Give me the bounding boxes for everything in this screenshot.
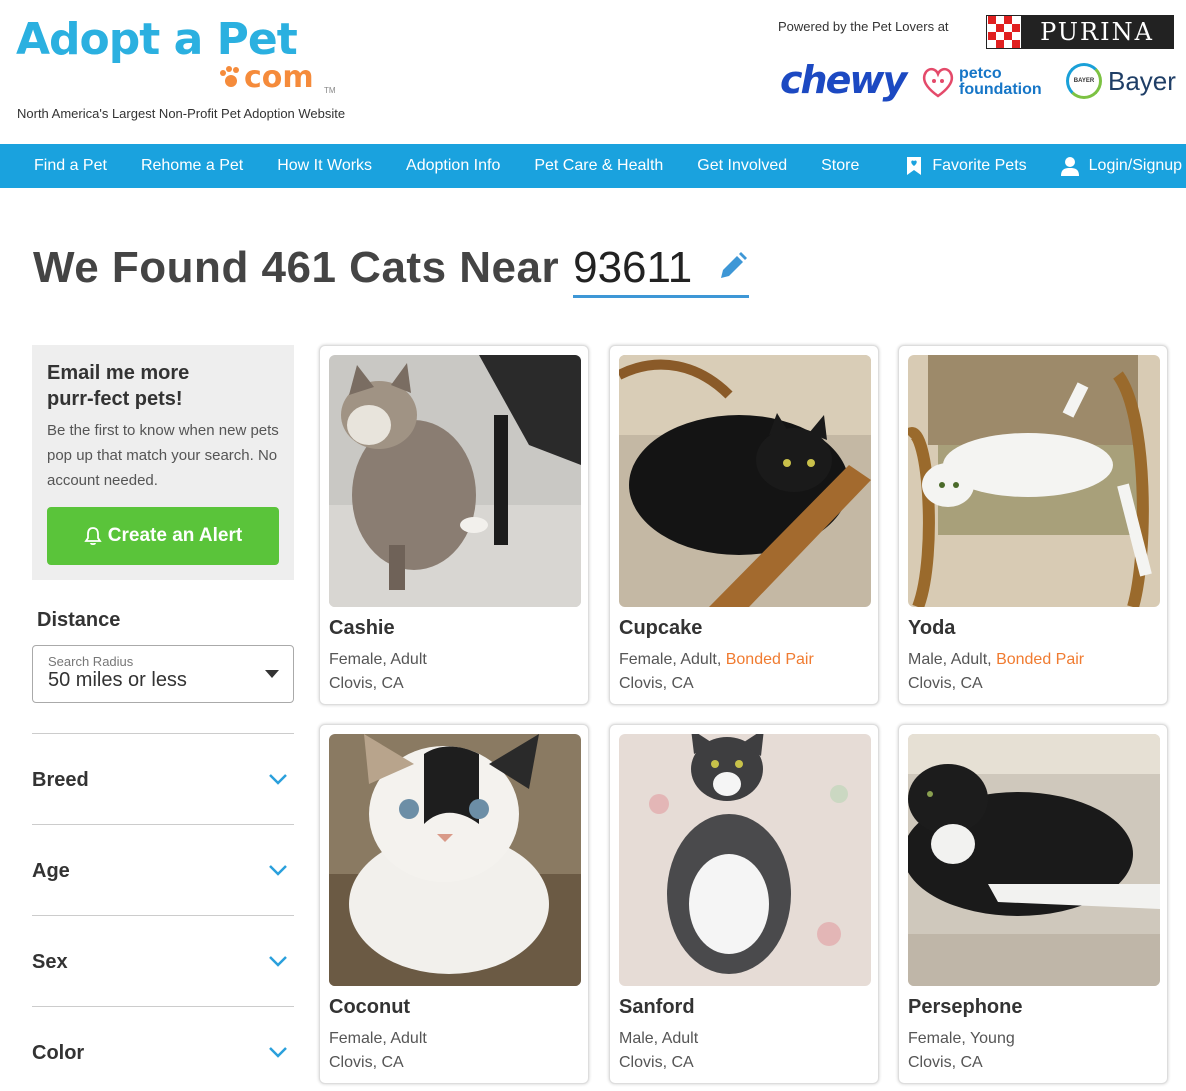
nav-login-signup[interactable]: Login/Signup (1044, 144, 1186, 188)
caret-down-icon (265, 670, 279, 678)
chevron-down-icon (269, 774, 287, 785)
pet-location: Clovis, CA (619, 675, 694, 692)
results-count-text: We Found 461 Cats Near (33, 243, 560, 292)
chevron-down-icon (269, 1047, 287, 1058)
petco-wordmark: petco foundation (959, 65, 1042, 98)
nav-pet-care-health[interactable]: Pet Care & Health (517, 144, 680, 188)
filter-breed-label: Breed (32, 769, 89, 791)
petco-foundation-logo[interactable]: petco foundation (920, 62, 1042, 102)
filter-color[interactable]: Color (32, 1006, 294, 1091)
nav-how-it-works[interactable]: How It Works (260, 144, 389, 188)
search-radius-select[interactable]: Search Radius 50 miles or less (32, 645, 294, 703)
pet-details: Female, Adult (329, 651, 427, 668)
logo-com: com (244, 60, 314, 95)
chewy-logo[interactable]: chewy (780, 58, 907, 102)
zip-input[interactable] (573, 242, 714, 294)
pet-details: Male, Adult, Bonded Pair (908, 651, 1085, 668)
search-radius-value: 50 miles or less (48, 669, 187, 691)
tuxedo-cat-photo[interactable] (619, 734, 871, 986)
bayer-logo[interactable]: BAYER Bayer (1066, 62, 1176, 100)
nav-find-a-pet[interactable]: Find a Pet (0, 144, 124, 188)
nav-adoption-info[interactable]: Adoption Info (389, 144, 517, 188)
paw-icon (220, 66, 239, 87)
distance-label: Distance (37, 609, 121, 631)
pet-name[interactable]: Yoda (908, 617, 955, 640)
pet-location: Clovis, CA (908, 675, 983, 692)
nav-favorite-pets[interactable]: Favorite Pets (889, 144, 1043, 188)
tabby-cat-photo[interactable] (329, 355, 581, 607)
pet-name[interactable]: Coconut (329, 996, 410, 1019)
nav-rehome-a-pet[interactable]: Rehome a Pet (124, 144, 260, 188)
pencil-edit-icon[interactable] (717, 250, 749, 282)
nav-get-involved[interactable]: Get Involved (680, 144, 804, 188)
pet-name[interactable]: Cupcake (619, 617, 702, 640)
calico-cat-photo[interactable] (329, 734, 581, 986)
bayer-wordmark: Bayer (1108, 65, 1176, 96)
powered-by-text: Powered by the Pet Lovers at (778, 19, 949, 34)
pet-location: Clovis, CA (619, 1054, 694, 1071)
filter-sex-label: Sex (32, 951, 68, 973)
user-icon (1060, 157, 1079, 176)
pet-details: Female, Adult (329, 1030, 427, 1047)
logo-text: Adopt a Pet (16, 14, 298, 65)
adopt-a-pet-logo[interactable]: Adopt a Pet com TM (16, 14, 346, 98)
petco-heart-icon (922, 67, 954, 98)
filter-sex[interactable]: Sex (32, 915, 294, 1006)
black-cat-photo[interactable] (619, 355, 871, 607)
filter-breed[interactable]: Breed (32, 733, 294, 824)
purina-wordmark: PURINA (1040, 18, 1154, 46)
bonded-pair-badge: Bonded Pair (996, 651, 1085, 668)
white-cat-photo[interactable] (908, 355, 1160, 607)
site-header: Adopt a Pet com TM North America's Large… (0, 0, 1186, 144)
pet-name[interactable]: Persephone (908, 996, 1022, 1019)
pet-details: Female, Adult, Bonded Pair (619, 651, 814, 668)
bookmark-heart-icon (907, 157, 922, 175)
filter-age[interactable]: Age (32, 824, 294, 915)
create-alert-button[interactable]: Create an Alert (47, 507, 279, 565)
pet-card[interactable]: Sanford Male, Adult Clovis, CA (609, 724, 879, 1084)
pet-card[interactable]: Coconut Female, Adult Clovis, CA (319, 724, 589, 1084)
pet-location: Clovis, CA (908, 1054, 983, 1071)
pet-card[interactable]: Cupcake Female, Adult, Bonded Pair Clovi… (609, 345, 879, 705)
pet-card[interactable]: Cashie Female, Adult Clovis, CA (319, 345, 589, 705)
search-radius-label: Search Radius (48, 654, 134, 669)
alert-title: Email me more purr-fect pets! (47, 362, 190, 410)
login-signup-label: Login/Signup (1088, 157, 1183, 174)
pet-name[interactable]: Cashie (329, 617, 395, 640)
bonded-pair-badge: Bonded Pair (725, 651, 814, 668)
main-nav: Find a Pet Rehome a Pet How It Works Ado… (0, 144, 1186, 188)
filter-age-label: Age (32, 860, 70, 882)
pet-details: Female, Young (908, 1030, 1015, 1047)
pet-card[interactable]: Persephone Female, Young Clovis, CA (898, 724, 1168, 1084)
pet-name[interactable]: Sanford (619, 996, 695, 1019)
chevron-down-icon (269, 956, 287, 967)
bell-icon (84, 527, 102, 546)
email-alert-box: Email me more purr-fect pets! Be the fir… (32, 345, 294, 580)
results-heading: We Found 461 Cats Near (33, 242, 750, 298)
zip-editor (573, 242, 750, 298)
black-white-cat-photo[interactable] (908, 734, 1160, 986)
bayer-cross-icon: BAYER (1066, 63, 1102, 99)
favorite-pets-label: Favorite Pets (932, 157, 1027, 174)
logo-tm: TM (324, 86, 336, 95)
create-alert-label: Create an Alert (107, 525, 243, 546)
pet-location: Clovis, CA (329, 675, 404, 692)
chevron-down-icon (269, 865, 287, 876)
pet-details: Male, Adult (619, 1030, 699, 1047)
pet-location: Clovis, CA (329, 1054, 404, 1071)
purina-checkerboard-icon (987, 16, 1021, 48)
purina-logo[interactable]: PURINA (986, 15, 1174, 49)
alert-description: Be the first to know when new pets pop u… (47, 422, 279, 489)
pet-card[interactable]: Yoda Male, Adult, Bonded Pair Clovis, CA (898, 345, 1168, 705)
nav-store[interactable]: Store (804, 144, 876, 188)
filter-color-label: Color (32, 1042, 85, 1064)
tagline: North America's Largest Non-Profit Pet A… (17, 106, 346, 121)
